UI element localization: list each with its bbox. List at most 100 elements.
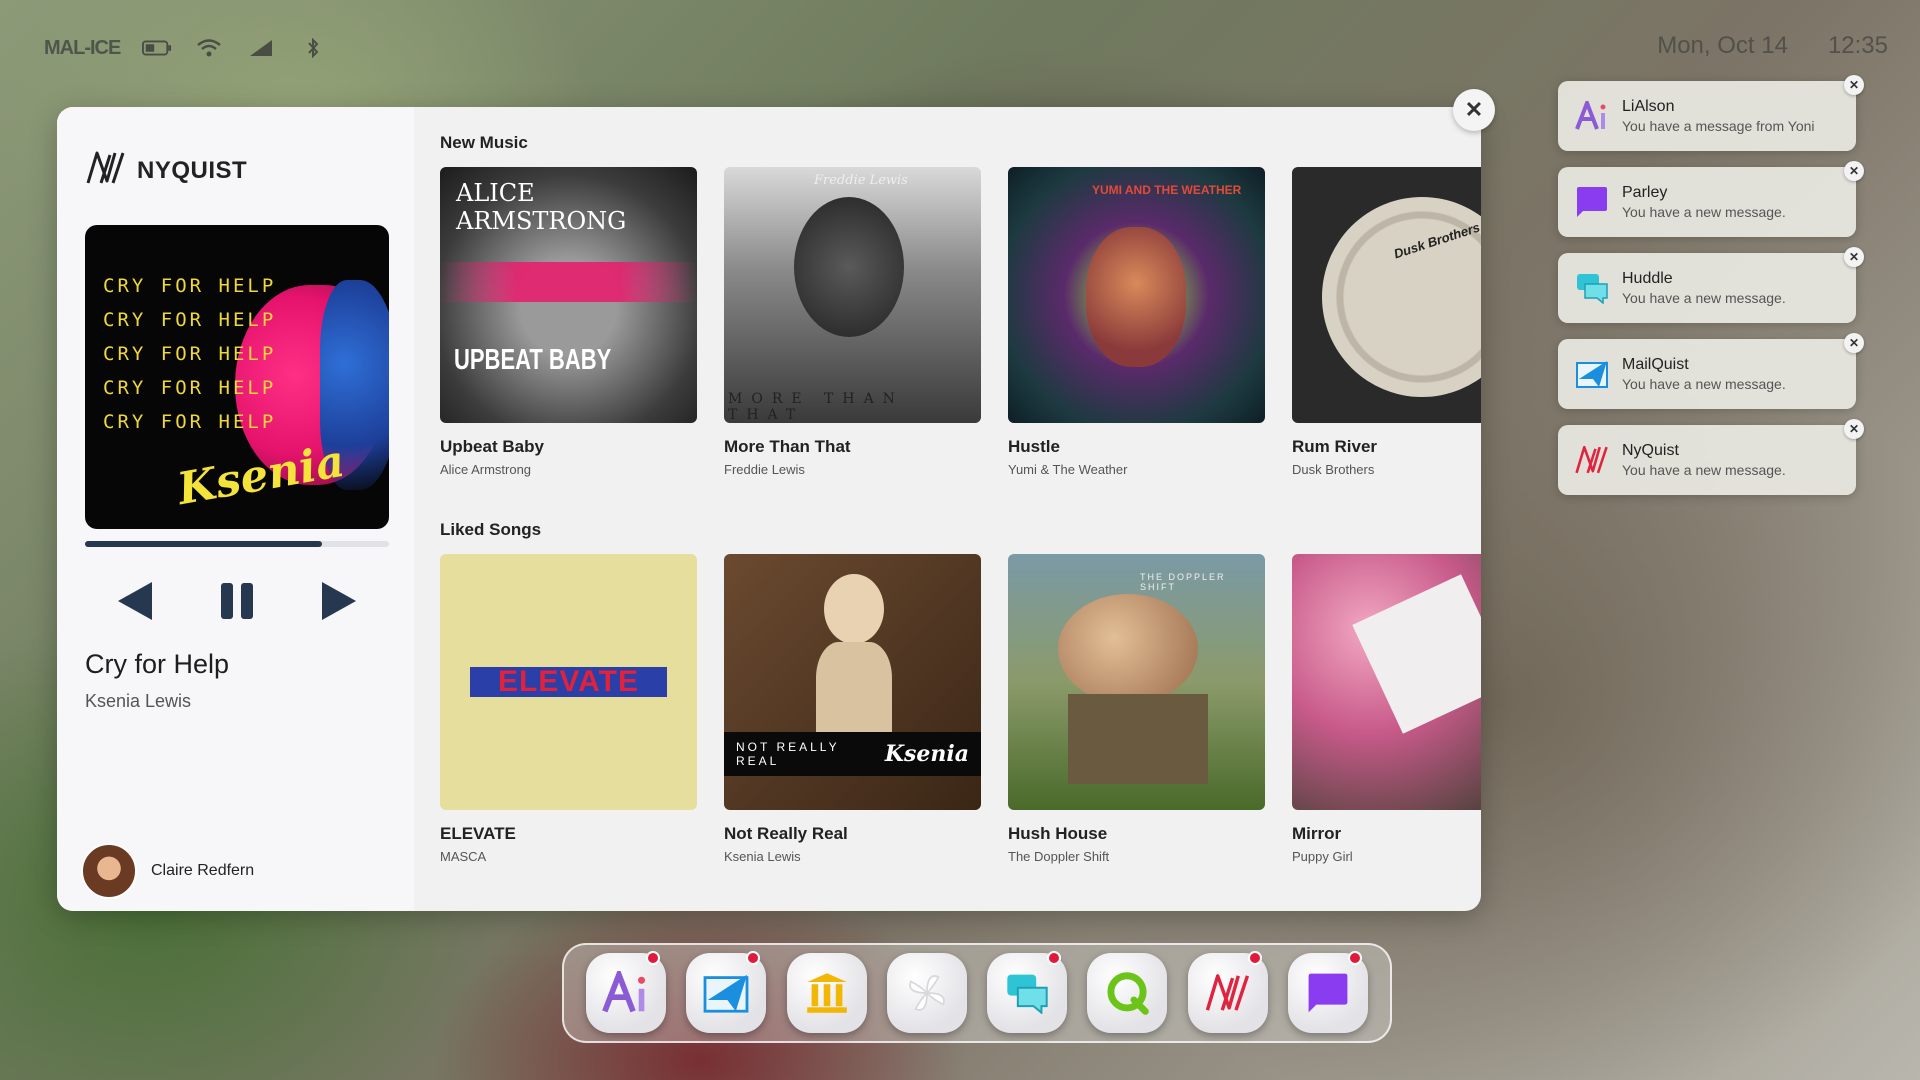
- cover-text-lines: CRY FOR HELP CRY FOR HELP CRY FOR HELP C…: [103, 275, 276, 433]
- notification-close-button[interactable]: ✕: [1844, 247, 1864, 267]
- notification-app: Huddle: [1622, 270, 1673, 287]
- notification-mailquist[interactable]: MailQuist You have a new message. ✕: [1558, 333, 1864, 409]
- nyquist-icon: [1574, 442, 1610, 478]
- album-cover: YUMI AND THE WEATHER: [1008, 167, 1265, 423]
- status-bar-right: Mon, Oct 14 12:35: [1657, 32, 1888, 60]
- cover-line: CRY FOR HELP: [103, 411, 277, 433]
- cover-title-band: NOT REALLY REAL Ksenia: [724, 732, 981, 776]
- notification-lialson[interactable]: LiAlson You have a message from Yoni ✕: [1558, 75, 1864, 151]
- notification-close-button[interactable]: ✕: [1844, 419, 1864, 439]
- notification-close-button[interactable]: ✕: [1844, 161, 1864, 181]
- album-cover: ALICE ARMSTRONG UPBEAT BABY: [440, 167, 697, 423]
- nyquist-icon: [1205, 974, 1249, 1011]
- notification-app: LiAlson: [1622, 98, 1675, 115]
- album-title: Not Really Real: [724, 824, 848, 843]
- q-icon: [1107, 972, 1150, 1015]
- notification-huddle[interactable]: Huddle You have a new message. ✕: [1558, 247, 1864, 323]
- dock-app-lialson[interactable]: [586, 951, 667, 1033]
- album-cover: [1292, 554, 1481, 810]
- notification-badge: [1347, 951, 1362, 965]
- battery-icon: [142, 37, 172, 59]
- cover-face-shape: [1086, 227, 1186, 367]
- app-dock: [562, 943, 1392, 1043]
- dock-app-mailquist[interactable]: [686, 951, 767, 1033]
- cover-signature: Ksenia: [884, 741, 969, 767]
- album-title: Upbeat Baby: [440, 437, 544, 456]
- cover-title-text: NOT REALLY REAL: [736, 740, 840, 768]
- album-card[interactable]: NOT REALLY REAL Ksenia Not Really Real K…: [724, 554, 981, 864]
- album-artist: Yumi & The Weather: [1008, 462, 1128, 477]
- previous-button[interactable]: [112, 577, 160, 625]
- now-playing-cover: CRY FOR HELP CRY FOR HELP CRY FOR HELP C…: [85, 225, 389, 529]
- playback-progress-fill: [85, 541, 323, 547]
- album-title: Mirror: [1292, 824, 1342, 843]
- cover-figure-shape: [794, 197, 904, 337]
- dock-app-huddle[interactable]: [987, 951, 1068, 1033]
- pinwheel-icon: [909, 975, 945, 1011]
- user-profile[interactable]: Claire Redfern: [81, 843, 254, 899]
- album-card[interactable]: Dusk Brothers Rum River Dusk Brothers: [1292, 167, 1481, 477]
- signal-icon: [246, 37, 276, 59]
- wifi-icon: [194, 37, 224, 59]
- dock-app-bank[interactable]: [786, 953, 867, 1033]
- notification-app: NyQuist: [1622, 442, 1679, 459]
- next-button[interactable]: [314, 577, 362, 625]
- date-label: Mon, Oct 14: [1657, 32, 1788, 59]
- lialson-icon: [1574, 98, 1610, 134]
- album-artist: Freddie Lewis: [724, 462, 805, 477]
- album-cover: NOT REALLY REAL Ksenia: [724, 554, 981, 810]
- close-icon: ✕: [1848, 164, 1860, 178]
- close-window-button[interactable]: ✕: [1453, 89, 1495, 131]
- liked-songs-row: ELEVATE ELEVATE MASCA NOT REALLY REAL Ks…: [440, 554, 1481, 864]
- notification-parley[interactable]: Parley You have a new message. ✕: [1558, 161, 1864, 237]
- close-icon: ✕: [1848, 336, 1860, 350]
- album-title: Hush House: [1008, 824, 1108, 843]
- close-icon: ✕: [1848, 250, 1860, 264]
- pause-button[interactable]: [213, 577, 261, 625]
- notification-message: You have a new message.: [1622, 204, 1786, 220]
- cover-house-shape: [1068, 694, 1208, 784]
- dock-app-pinwheel[interactable]: [886, 953, 967, 1033]
- album-cover: Freddie Lewis MORE THAN THAT: [724, 167, 981, 423]
- dock-app-parley[interactable]: [1287, 951, 1368, 1033]
- new-music-row: ALICE ARMSTRONG UPBEAT BABY Upbeat Baby …: [440, 167, 1481, 477]
- album-artist: The Doppler Shift: [1008, 849, 1110, 864]
- parley-icon: [1574, 184, 1610, 220]
- notification-close-button[interactable]: ✕: [1844, 333, 1864, 353]
- album-cover: THE DOPPLER SHIFT: [1008, 554, 1265, 810]
- album-artist: MASCA: [440, 849, 487, 864]
- music-player-window: NYQUIST CRY FOR HELP CRY FOR HELP CRY FO…: [57, 107, 1481, 911]
- app-name: NYQUIST: [137, 156, 248, 184]
- album-title: ELEVATE: [440, 824, 516, 843]
- notification-badge: [746, 951, 761, 965]
- album-artist: Dusk Brothers: [1292, 462, 1375, 477]
- notification-message: You have a message from Yoni: [1622, 118, 1815, 134]
- album-cover: Dusk Brothers: [1292, 167, 1481, 423]
- notification-close-button[interactable]: ✕: [1844, 75, 1864, 95]
- album-card[interactable]: ALICE ARMSTRONG UPBEAT BABY Upbeat Baby …: [440, 167, 697, 477]
- dock-app-nyquist[interactable]: [1187, 951, 1268, 1033]
- liked-songs-section: Liked Songs ELEVATE ELEVATE MASCA NOT RE…: [440, 520, 1481, 864]
- huddle-icon: [1574, 270, 1610, 306]
- notification-nyquist[interactable]: NyQuist You have a new message. ✕: [1558, 419, 1864, 495]
- album-card[interactable]: THE DOPPLER SHIFT Hush House The Doppler…: [1008, 554, 1265, 864]
- mailquist-icon: [1574, 356, 1610, 392]
- album-card[interactable]: Freddie Lewis MORE THAN THAT More Than T…: [724, 167, 981, 477]
- album-title: More Than That: [724, 437, 851, 456]
- cover-artist-text: ALICE ARMSTRONG: [456, 179, 627, 235]
- cover-artist-text: Freddie Lewis: [814, 173, 908, 188]
- album-title: Hustle: [1008, 437, 1060, 456]
- dock-app-q[interactable]: [1087, 953, 1168, 1033]
- mailquist-icon: [703, 974, 749, 1013]
- playback-progress-bar[interactable]: [85, 541, 389, 547]
- album-card[interactable]: ELEVATE ELEVATE MASCA: [440, 554, 697, 864]
- carrier-name: MAL-ICE: [44, 36, 121, 59]
- avatar: [81, 843, 137, 899]
- album-card[interactable]: YUMI AND THE WEATHER Hustle Yumi & The W…: [1008, 167, 1265, 477]
- pause-icon: [220, 583, 253, 619]
- cover-line: CRY FOR HELP: [103, 275, 277, 297]
- album-card[interactable]: Mirror Puppy Girl: [1292, 554, 1481, 864]
- lialson-icon: [602, 971, 646, 1013]
- section-title: Liked Songs: [440, 520, 542, 539]
- notification-message: You have a new message.: [1622, 376, 1786, 392]
